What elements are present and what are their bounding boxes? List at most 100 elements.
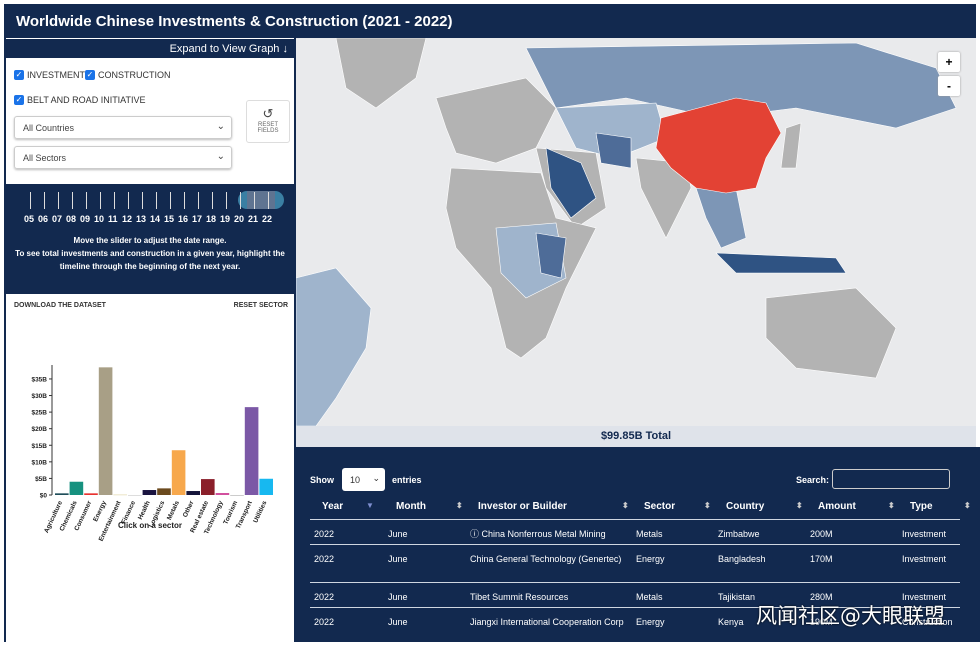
watermark: 风闻社区@大眼联盟 (756, 604, 945, 628)
construction-checkbox[interactable]: ✓ CONSTRUCTION (85, 70, 171, 80)
country-select[interactable]: All Countries ⌄ (14, 116, 232, 139)
expand-graph-button[interactable]: Expand to View Graph ↓ (6, 38, 294, 58)
column-header[interactable]: Country (726, 501, 764, 512)
sort-icon[interactable]: ⬍ (964, 501, 971, 510)
search-input[interactable] (832, 469, 950, 489)
slider-year-label: 18 (206, 214, 217, 224)
bar-tourism[interactable] (230, 495, 244, 496)
header-label: Amount (818, 501, 856, 512)
slider-tick (72, 192, 73, 209)
slider-year-label: 11 (108, 214, 118, 224)
table-row[interactable]: 2022 June ⓘ China Nonferrous Metal Mining M… (310, 519, 960, 544)
slider-range-handle[interactable] (238, 191, 284, 209)
reset-fields-button[interactable]: ↺ RESET FIELDS (246, 100, 290, 143)
header-label: Sector (644, 501, 676, 512)
bar-finance[interactable] (128, 495, 142, 496)
bar-other[interactable] (186, 491, 200, 495)
left-panel: Expand to View Graph ↓ ✓ INVESTMENT ✓ CONS… (4, 38, 296, 642)
bar-logistics[interactable] (157, 488, 171, 495)
investment-checkbox[interactable]: ✓ INVESTMENT (14, 70, 85, 80)
slider-tick (240, 192, 241, 209)
date-slider[interactable]: Move the slider to adjust the date range… (6, 184, 294, 294)
sort-icon[interactable]: ⬍ (704, 501, 711, 510)
column-header[interactable]: Sector (644, 501, 675, 512)
zoom-in-button[interactable]: + (938, 52, 960, 72)
bar-energy[interactable] (98, 367, 113, 495)
y-tick-label: $0 (40, 493, 48, 500)
slider-tick (212, 192, 213, 209)
cell-text: 200M (810, 529, 833, 539)
entries-label: entries (392, 475, 422, 485)
table-cell: 2022 (314, 553, 334, 566)
column-header[interactable]: Investor or Builder (478, 501, 567, 512)
sort-icon[interactable]: ⬍ (456, 501, 463, 510)
bar-real-estate[interactable] (201, 479, 215, 495)
reset-label-2: FIELDS (257, 128, 279, 134)
sort-icon[interactable]: ⬍ (888, 501, 895, 510)
table-cell: 2022 (314, 616, 334, 629)
bar-metals[interactable] (171, 450, 186, 495)
column-header[interactable]: Year (322, 501, 343, 512)
bar-transport[interactable] (244, 407, 259, 495)
column-header[interactable]: Month (396, 501, 426, 512)
zoom-out-button[interactable]: - (938, 76, 960, 96)
slider-tick (30, 192, 31, 209)
download-dataset-link[interactable]: DOWNLOAD THE DATASET (14, 302, 106, 309)
reset-sector-link[interactable]: RESET SECTOR (234, 302, 288, 309)
sort-icon[interactable]: ⬍ (796, 501, 803, 510)
sector-value: All Sectors (23, 153, 67, 163)
cell-text: June (388, 617, 408, 627)
sort-desc-icon[interactable]: ▼ (366, 501, 374, 510)
map-south-america (296, 267, 372, 426)
table-cell: 2022 (314, 591, 334, 604)
y-tick-label: $15B (31, 443, 47, 450)
x-tick-label[interactable]: Other (182, 499, 196, 518)
slider-year-label: 22 (262, 214, 273, 224)
sector-select[interactable]: All Sectors ⌄ (14, 146, 232, 169)
investment-label: INVESTMENT (27, 70, 86, 80)
page-size-select[interactable]: 10 ⌄ (342, 468, 385, 491)
bar-consumer[interactable] (84, 493, 98, 495)
table-cell: China General Technology (Genertec) (470, 553, 630, 566)
map-southeast-asia (695, 187, 747, 249)
slider-year-label: 15 (164, 214, 175, 224)
y-tick-label: $30B (31, 393, 47, 400)
world-map[interactable]: + - (296, 38, 976, 426)
table-row[interactable]: 2022 June China General Technology (Genert… (310, 544, 960, 582)
header-label: Country (726, 501, 765, 512)
x-tick-label[interactable]: Metals (166, 500, 181, 522)
header-label: Investor or Builder (478, 501, 567, 512)
cell-text: 2022 (314, 554, 335, 564)
column-header[interactable]: Type (910, 501, 933, 512)
slider-tick (184, 192, 185, 209)
construction-label: CONSTRUCTION (98, 70, 171, 80)
map-japan (780, 122, 802, 169)
table-cell: ⓘ China Nonferrous Metal Mining (470, 528, 630, 541)
cell-text: June (388, 554, 408, 564)
search-label: Search: (796, 475, 830, 485)
slider-tick (114, 192, 115, 209)
slider-year-label: 06 (38, 214, 49, 224)
bri-checkbox[interactable]: ✓ BELT AND ROAD INITIATIVE (14, 95, 146, 105)
x-tick-label[interactable]: Energy (92, 500, 108, 523)
total-amount: $99.85B Total (296, 426, 976, 447)
sort-icon[interactable]: ⬍ (622, 501, 629, 510)
check-icon: ✓ (14, 95, 24, 105)
column-header[interactable]: Amount (818, 501, 856, 512)
table-cell: June (388, 553, 408, 566)
info-icon[interactable]: ⓘ (470, 529, 482, 539)
bar-technology[interactable] (215, 493, 230, 495)
slider-year-label: 20 (234, 214, 245, 224)
table-cell: Zimbabwe (718, 528, 760, 541)
bar-entertainment[interactable] (113, 494, 127, 496)
cell-text: Bangladesh (718, 554, 766, 564)
bar-health[interactable] (142, 490, 157, 495)
x-tick-label[interactable]: Health (137, 500, 152, 521)
slider-year-label: 17 (192, 214, 203, 224)
slider-note: To see total investments and constructio… (15, 249, 285, 258)
slider-year-label: 10 (94, 214, 105, 224)
undo-icon: ↺ (262, 106, 274, 121)
bar-chemicals[interactable] (69, 481, 84, 495)
bar-agriculture[interactable] (55, 493, 69, 495)
bar-utilities[interactable] (259, 478, 273, 495)
